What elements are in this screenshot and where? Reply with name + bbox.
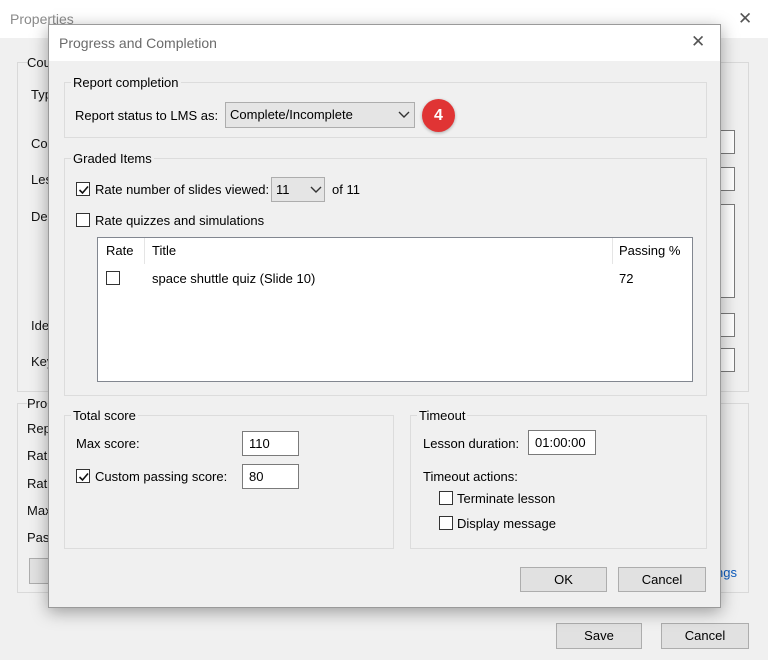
ok-button[interactable]: OK	[520, 567, 607, 592]
terminate-lesson-checkbox[interactable]	[439, 491, 453, 505]
chevron-down-icon	[310, 186, 322, 193]
column-header-rate[interactable]: Rate	[106, 238, 133, 264]
slides-total-label: of 11	[332, 182, 360, 197]
timeout-title: Timeout	[417, 408, 468, 423]
identifier-field[interactable]	[719, 313, 735, 337]
total-score-title: Total score	[71, 408, 138, 423]
progress-completion-dialog: Progress and Completion ✕ Report complet…	[48, 24, 721, 608]
quiz-rate-checkbox[interactable]	[106, 271, 120, 285]
passing-label: Pas	[27, 530, 50, 545]
rate-quizzes-label: Rate quizzes and simulations	[95, 213, 265, 228]
lesson-field[interactable]	[719, 167, 735, 191]
lesson-duration-label: Lesson duration:	[423, 436, 520, 451]
graded-items-title: Graded Items	[71, 151, 154, 166]
dialog-titlebar: Progress and Completion ✕	[49, 25, 720, 61]
quiz-title: space shuttle quiz (Slide 10)	[152, 271, 316, 286]
terminate-lesson-label: Terminate lesson	[457, 491, 556, 506]
custom-passing-input[interactable]: 80	[242, 464, 299, 489]
keywords-field[interactable]	[719, 348, 735, 372]
column-header-title[interactable]: Title	[152, 238, 176, 264]
rate-quizzes-label: Rat	[27, 476, 48, 491]
max-score-label: Max score:	[76, 436, 140, 451]
close-icon[interactable]: ✕	[738, 9, 752, 29]
cancel-button[interactable]: Cancel	[618, 567, 706, 592]
description-field[interactable]	[719, 204, 735, 298]
report-completion-title: Report completion	[71, 75, 181, 90]
quiz-list[interactable]: Rate Title Passing % space shuttle quiz …	[97, 237, 693, 382]
course-field[interactable]	[719, 130, 735, 154]
rate-slides-checkbox[interactable]	[76, 182, 90, 196]
checkmark-icon	[78, 472, 89, 482]
column-header-passing[interactable]: Passing %	[619, 238, 680, 264]
timeout-actions-label: Timeout actions:	[423, 469, 518, 484]
display-message-label: Display message	[457, 516, 556, 531]
quiz-passing: 72	[619, 271, 634, 286]
properties-cancel-button[interactable]: Cancel	[661, 623, 749, 649]
checkmark-icon	[78, 185, 89, 195]
identifier-label: Ide	[31, 318, 50, 333]
slides-count-select[interactable]: 11	[271, 177, 325, 202]
save-button[interactable]: Save	[556, 623, 642, 649]
close-icon[interactable]: ✕	[691, 32, 705, 52]
custom-passing-checkbox[interactable]	[76, 469, 90, 483]
max-score-input[interactable]: 110	[242, 431, 299, 456]
step-badge: 4	[422, 99, 455, 132]
report-status-value: Complete/Incomplete	[230, 107, 353, 122]
display-message-checkbox[interactable]	[439, 516, 453, 530]
rate-slides-label: Rat	[27, 448, 48, 463]
chevron-down-icon	[398, 111, 410, 118]
report-status-select[interactable]: Complete/Incomplete	[225, 102, 415, 128]
column-divider	[144, 238, 145, 264]
dialog-title: Progress and Completion	[59, 35, 217, 51]
progress-group-title: Pro	[27, 396, 48, 411]
rate-slides-label: Rate number of slides viewed:	[95, 182, 270, 197]
slides-count-value: 11	[276, 182, 290, 197]
report-status-label: Report status to LMS as:	[75, 108, 219, 123]
table-row[interactable]: space shuttle quiz (Slide 10) 72	[98, 266, 692, 288]
custom-passing-label: Custom passing score:	[95, 469, 228, 484]
column-divider	[612, 238, 613, 264]
lesson-duration-input[interactable]: 01:00:00	[528, 430, 596, 455]
rate-quizzes-checkbox[interactable]	[76, 213, 90, 227]
